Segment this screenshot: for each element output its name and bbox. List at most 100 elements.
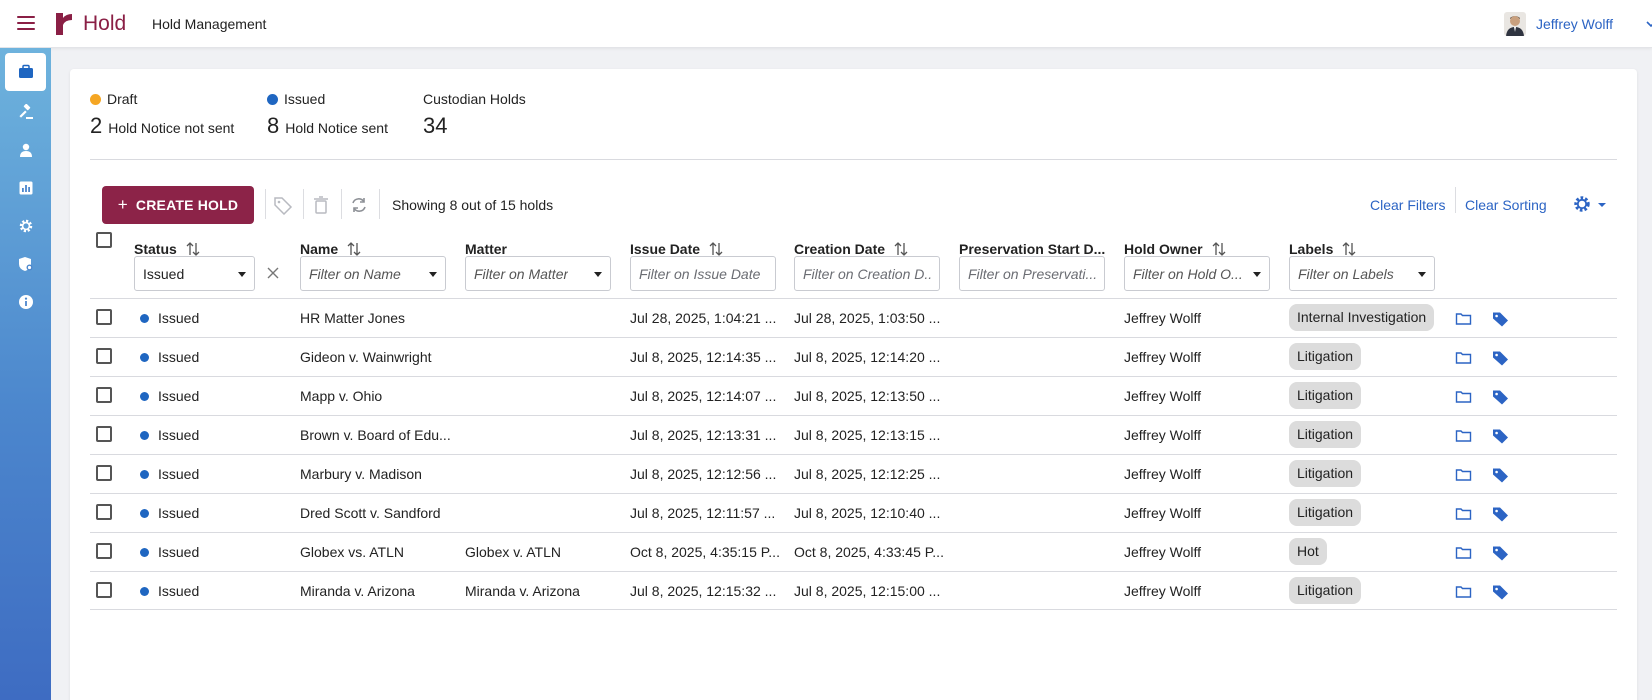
column-header-matter[interactable]: Matter <box>465 241 507 257</box>
preservation-date-filter-input[interactable] <box>959 256 1105 291</box>
row-checkbox[interactable] <box>96 582 112 598</box>
row-checkbox[interactable] <box>96 348 112 364</box>
trash-icon[interactable] <box>311 195 331 215</box>
hold-owner-filter-placeholder: Filter on Hold O... <box>1133 266 1243 282</box>
row-creation-date: Jul 28, 2025, 1:03:50 ... <box>794 310 941 326</box>
tag-icon[interactable] <box>1492 388 1509 405</box>
column-header-hold-owner[interactable]: Hold Owner <box>1124 241 1227 257</box>
creation-date-filter-input[interactable] <box>794 256 940 291</box>
tag-icon[interactable] <box>1492 544 1509 561</box>
user-menu[interactable]: Jeffrey Wolff <box>1504 10 1652 38</box>
page-title: Hold Management <box>152 16 267 32</box>
row-checkbox[interactable] <box>96 426 112 442</box>
row-label-chip[interactable]: Litigation <box>1289 460 1362 487</box>
row-status: Issued <box>140 427 199 443</box>
tag-icon[interactable] <box>1492 310 1509 327</box>
issued-status-dot <box>140 314 149 323</box>
column-header-labels[interactable]: Labels <box>1289 241 1357 257</box>
row-label-chip[interactable]: Litigation <box>1289 499 1362 526</box>
column-header-creation-date[interactable]: Creation Date <box>794 241 909 257</box>
table-row[interactable]: Issued HR Matter Jones Jul 28, 2025, 1:04:… <box>90 298 1617 337</box>
hamburger-menu-icon[interactable] <box>17 16 35 30</box>
tag-icon[interactable] <box>1492 505 1509 522</box>
sort-icon[interactable] <box>346 241 362 257</box>
row-name[interactable]: Gideon v. Wainwright <box>300 349 432 365</box>
folder-icon[interactable] <box>1455 466 1472 483</box>
create-hold-button[interactable]: + CREATE HOLD <box>102 186 254 224</box>
row-name[interactable]: HR Matter Jones <box>300 310 405 326</box>
sidebar-item-reports[interactable] <box>5 169 46 207</box>
row-label-chip[interactable]: Litigation <box>1289 577 1362 604</box>
sidebar-item-holds[interactable] <box>5 53 46 91</box>
row-checkbox[interactable] <box>96 465 112 481</box>
sort-icon[interactable] <box>893 241 909 257</box>
tag-icon[interactable] <box>1492 583 1509 600</box>
folder-icon[interactable] <box>1455 427 1472 444</box>
row-name[interactable]: Marbury v. Madison <box>300 466 422 482</box>
column-header-preservation-start-date[interactable]: Preservation Start D... <box>959 241 1105 257</box>
chevron-down-icon <box>1646 21 1652 28</box>
table-row[interactable]: Issued Globex vs. ATLN Globex v. ATLN Oct 8… <box>90 532 1617 571</box>
row-checkbox[interactable] <box>96 309 112 325</box>
sidebar-item-security-settings[interactable] <box>5 245 46 283</box>
row-label-chip[interactable]: Litigation <box>1289 382 1362 409</box>
row-name[interactable]: Dred Scott v. Sandford <box>300 505 441 521</box>
column-header-issue-date[interactable]: Issue Date <box>630 241 724 257</box>
folder-icon[interactable] <box>1455 505 1472 522</box>
labels-filter-select[interactable]: Filter on Labels <box>1289 256 1435 291</box>
folder-icon[interactable] <box>1455 310 1472 327</box>
sort-icon[interactable] <box>1211 241 1227 257</box>
table-row[interactable]: Issued Mapp v. Ohio Jul 8, 2025, 12:14:07 … <box>90 376 1617 415</box>
caret-down-icon <box>1253 272 1261 277</box>
sidebar-item-settings[interactable] <box>5 207 46 245</box>
folder-icon[interactable] <box>1455 583 1472 600</box>
clear-sorting-link[interactable]: Clear Sorting <box>1465 197 1547 213</box>
column-header-status[interactable]: Status <box>134 241 201 257</box>
row-checkbox[interactable] <box>96 504 112 520</box>
clear-filters-link[interactable]: Clear Filters <box>1370 197 1445 213</box>
row-name[interactable]: Miranda v. Arizona <box>300 583 415 599</box>
folder-icon[interactable] <box>1455 388 1472 405</box>
row-checkbox[interactable] <box>96 387 112 403</box>
table-row[interactable]: Issued Gideon v. Wainwright Jul 8, 2025, 1… <box>90 337 1617 376</box>
sort-icon[interactable] <box>1341 241 1357 257</box>
row-label-chip[interactable]: Litigation <box>1289 421 1362 448</box>
table-row[interactable]: Issued Marbury v. Madison Jul 8, 2025, 12:… <box>90 454 1617 493</box>
row-checkbox[interactable] <box>96 543 112 559</box>
row-creation-date: Jul 8, 2025, 12:10:40 ... <box>794 505 941 521</box>
row-label-chip[interactable]: Hot <box>1289 538 1327 565</box>
tag-icon[interactable] <box>1492 427 1509 444</box>
tag-outline-icon[interactable] <box>273 195 293 215</box>
sidebar-item-custodians[interactable] <box>5 131 46 169</box>
table-row[interactable]: Issued Brown v. Board of Edu... Jul 8, 202… <box>90 415 1617 454</box>
matter-filter-select[interactable]: Filter on Matter <box>465 256 611 291</box>
custodian-summary: Custodian Holds 34 <box>423 91 526 139</box>
row-label-chip[interactable]: Litigation <box>1289 343 1362 370</box>
folder-icon[interactable] <box>1455 349 1472 366</box>
row-hold-owner: Jeffrey Wolff <box>1124 427 1202 443</box>
row-label-chip[interactable]: Internal Investigation <box>1289 304 1435 331</box>
tag-icon[interactable] <box>1492 349 1509 366</box>
column-header-name[interactable]: Name <box>300 241 362 257</box>
status-filter-select[interactable]: Issued <box>134 256 255 291</box>
table-settings-button[interactable] <box>1572 194 1610 214</box>
hold-owner-filter-select[interactable]: Filter on Hold O... <box>1124 256 1270 291</box>
sort-icon[interactable] <box>708 241 724 257</box>
row-name[interactable]: Globex vs. ATLN <box>300 544 404 560</box>
row-hold-owner: Jeffrey Wolff <box>1124 505 1202 521</box>
row-name[interactable]: Brown v. Board of Edu... <box>300 427 451 443</box>
row-matter: Miranda v. Arizona <box>465 583 580 599</box>
sort-icon[interactable] <box>185 241 201 257</box>
clear-status-filter-icon[interactable] <box>265 265 281 281</box>
select-all-checkbox[interactable] <box>96 232 112 248</box>
table-row[interactable]: Issued Dred Scott v. Sandford Jul 8, 2025,… <box>90 493 1617 532</box>
table-row[interactable]: Issued Miranda v. Arizona Miranda v. Arizo… <box>90 571 1617 610</box>
sidebar-item-about[interactable] <box>5 283 46 321</box>
tag-icon[interactable] <box>1492 466 1509 483</box>
folder-icon[interactable] <box>1455 544 1472 561</box>
name-filter-select[interactable]: Filter on Name <box>300 256 446 291</box>
refresh-icon[interactable] <box>349 195 369 215</box>
row-name[interactable]: Mapp v. Ohio <box>300 388 382 404</box>
issue-date-filter-input[interactable] <box>630 256 776 291</box>
sidebar-item-matters[interactable] <box>5 93 46 131</box>
